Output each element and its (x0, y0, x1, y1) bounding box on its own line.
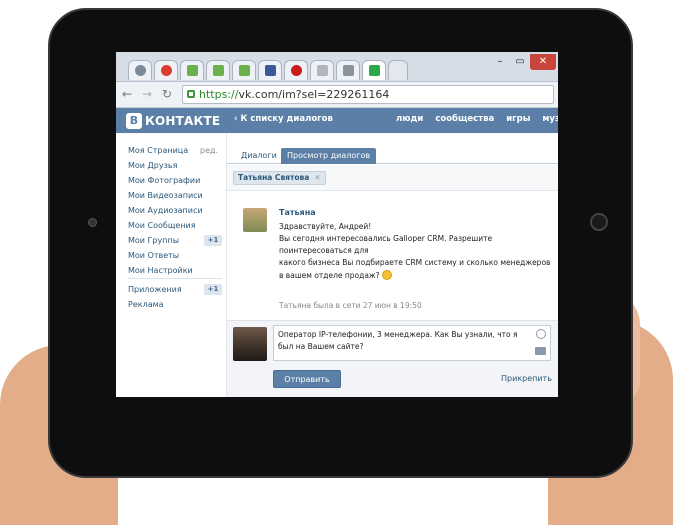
message-input[interactable]: Оператор IP-телефонии, 3 менеджера. Как … (273, 325, 551, 361)
minimize-button[interactable]: – (491, 54, 509, 70)
sidebar-item-audio[interactable]: Мои Аудиозаписи (128, 206, 203, 215)
lock-icon (187, 90, 195, 98)
opera-icon (291, 65, 302, 76)
browser-tab[interactable] (128, 60, 152, 80)
url-scheme: https:// (199, 88, 239, 101)
vk-logo-mark: В (126, 112, 142, 129)
browser-tab[interactable] (284, 60, 308, 80)
vk-logo-text: КОНТАКТЕ (145, 113, 221, 128)
my-avatar (233, 327, 267, 361)
browser-tab[interactable] (154, 60, 178, 80)
sidebar-item-answers[interactable]: Мои Ответы (128, 251, 179, 260)
groups-count-badge: +1 (204, 235, 222, 246)
sidebar-item-photos[interactable]: Мои Фотографии (128, 176, 200, 185)
sidebar-item-settings[interactable]: Мои Настройки (128, 266, 193, 275)
chrome-icon (161, 65, 172, 76)
browser-tab[interactable] (336, 60, 360, 80)
tablet-home-button[interactable] (590, 213, 608, 231)
tablet-screen: – ▭ ✕ ← → ↻ https://vk.com/im?sel=229261… (116, 52, 558, 397)
attach-link[interactable]: Прикрепить (501, 374, 552, 383)
message-line: какого бизнеса Вы подбираете CRM систему… (279, 258, 551, 267)
message-line: Здравствуйте, Андрей! (279, 222, 372, 231)
browser-tab-strip: – ▭ ✕ (116, 52, 558, 82)
new-tab-button[interactable] (388, 60, 408, 80)
message-composer: Оператор IP-телефонии, 3 менеджера. Как … (227, 320, 558, 397)
sidebar-item-my-page[interactable]: Моя Страница (128, 146, 188, 155)
sidebar: Моя Страница ред. Мои Друзья Мои Фотогра… (116, 134, 226, 397)
browser-tab[interactable] (258, 60, 282, 80)
globe-icon (135, 65, 146, 76)
emoji-icon[interactable] (536, 329, 546, 339)
browser-tab[interactable] (180, 60, 204, 80)
browser-tab-active[interactable] (362, 60, 386, 80)
browser-tab[interactable] (206, 60, 230, 80)
browser-tab[interactable] (310, 60, 334, 80)
maximize-button[interactable]: ▭ (511, 54, 529, 70)
camera-icon[interactable] (535, 347, 546, 355)
tab-view-dialogs[interactable]: Просмотр диалогов (281, 148, 377, 164)
send-button[interactable]: Отправить (273, 370, 341, 388)
back-arrow-icon[interactable]: ← (122, 87, 132, 101)
url-path: vk.com/im?sel=229261164 (238, 88, 390, 101)
sidebar-item-messages[interactable]: Мои Сообщения (128, 221, 196, 230)
recipient-bar: Татьяна Святова ✕ (227, 165, 558, 191)
sender-avatar[interactable] (243, 208, 267, 232)
facebook-icon (265, 65, 276, 76)
close-window-button[interactable]: ✕ (530, 54, 556, 70)
browser-toolbar: ← → ↻ https://vk.com/im?sel=229261164 (116, 82, 558, 108)
sidebar-divider (128, 278, 222, 279)
remove-recipient-icon[interactable]: ✕ (314, 172, 320, 184)
nav-communities[interactable]: сообщества (435, 114, 494, 124)
sidebar-item-videos[interactable]: Мои Видеозаписи (128, 191, 203, 200)
message-line: поинтересоваться для (279, 246, 369, 255)
apps-count-badge: +1 (204, 284, 222, 295)
sidebar-item-friends[interactable]: Мои Друзья (128, 161, 177, 170)
green-page-icon (239, 65, 250, 76)
reload-icon[interactable]: ↻ (162, 87, 172, 101)
dialog-panel: Диалоги Просмотр диалогов Татьяна Святов… (226, 134, 558, 397)
sidebar-item-groups[interactable]: Мои Группы (128, 236, 179, 245)
vk-body: Моя Страница ред. Мои Друзья Мои Фотогра… (116, 134, 558, 397)
back-to-dialogs-link[interactable]: ‹ К списку диалогов (234, 114, 333, 124)
edit-link[interactable]: ред. (200, 146, 218, 155)
recipient-name: Татьяна Святова (238, 173, 310, 182)
sender-name[interactable]: Татьяна (279, 208, 316, 217)
page-icon (317, 65, 328, 76)
message-line-last: в вашем отделе продаж? (279, 270, 392, 280)
nav-music[interactable]: музы (542, 114, 558, 124)
top-nav: люди сообщества игры музы (396, 114, 558, 124)
photo-scene: – ▭ ✕ ← → ↻ https://vk.com/im?sel=229261… (0, 0, 673, 525)
nav-games[interactable]: игры (506, 114, 530, 124)
tab-dialogs[interactable]: Диалоги (235, 148, 283, 164)
green-page-icon (187, 65, 198, 76)
dialog-tabs: Диалоги Просмотр диалогов (227, 134, 558, 164)
sidebar-item-apps[interactable]: Приложения (128, 285, 182, 294)
message-line: в вашем отделе продаж? (279, 271, 380, 280)
address-bar[interactable]: https://vk.com/im?sel=229261164 (182, 85, 554, 104)
last-seen-status: Татьяна была в сети 27 июн в 19:50 (279, 301, 422, 310)
nav-people[interactable]: люди (396, 114, 423, 124)
vk-logo[interactable]: В КОНТАКТЕ (126, 112, 220, 129)
sidebar-item-ads[interactable]: Реклама (128, 300, 164, 309)
message-line: Вы сегодня интересовались Galloper CRM. … (279, 234, 493, 243)
calendar-icon (369, 65, 380, 76)
forward-arrow-icon[interactable]: → (142, 87, 152, 101)
recipient-chip[interactable]: Татьяна Святова ✕ (233, 171, 326, 185)
message-input-text: Оператор IP-телефонии, 3 менеджера. Как … (278, 330, 518, 351)
vk-header: В КОНТАКТЕ ‹ К списку диалогов люди сооб… (116, 108, 558, 133)
smiley-icon (381, 270, 392, 280)
browser-tab[interactable] (232, 60, 256, 80)
trash-icon (343, 65, 354, 76)
tablet-camera-icon (88, 218, 97, 227)
green-page-icon (213, 65, 224, 76)
